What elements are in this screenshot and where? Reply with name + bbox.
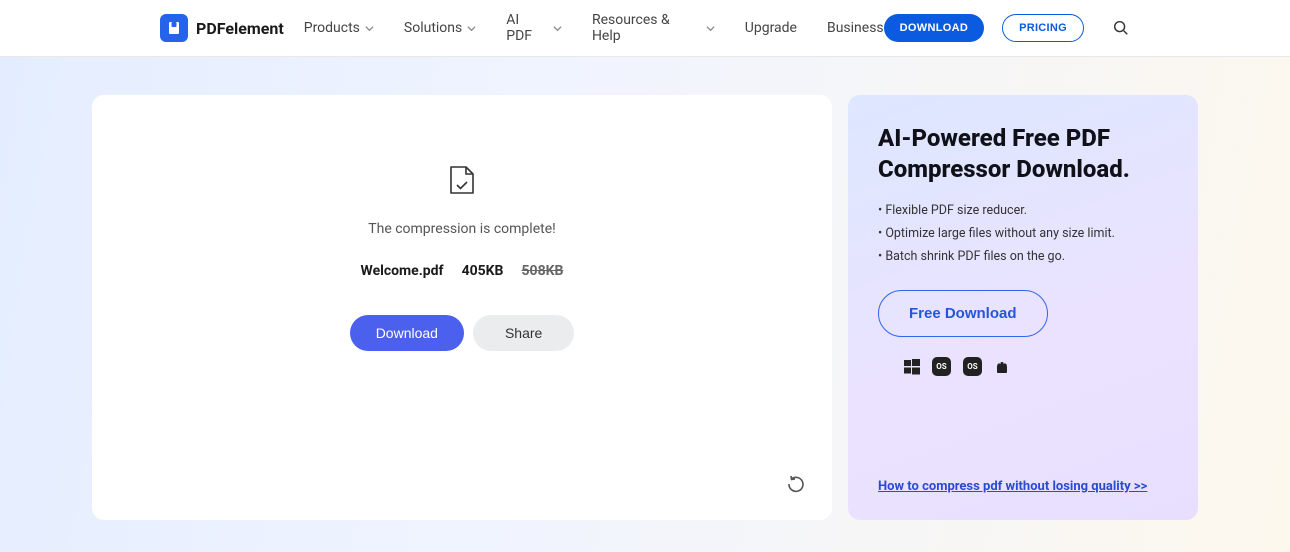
- promo-bullet: • Batch shrink PDF files on the go.: [878, 249, 1168, 264]
- ios-icon: OS: [963, 357, 982, 376]
- howto-link[interactable]: How to compress pdf without losing quali…: [878, 479, 1168, 494]
- chevron-down-icon: [365, 24, 374, 33]
- brand-name: PDFelement: [196, 19, 284, 38]
- top-header: PDFelement Products Solutions AI PDF Res…: [0, 0, 1290, 57]
- promo-bullet: • Flexible PDF size reducer.: [878, 203, 1168, 218]
- header-pricing-button[interactable]: PRICING: [1002, 14, 1084, 42]
- header-actions: DOWNLOAD PRICING: [884, 14, 1130, 42]
- compression-result-card: The compression is complete! Welcome.pdf…: [92, 95, 832, 520]
- nav-products[interactable]: Products: [304, 20, 374, 36]
- promo-bullet: • Optimize large files without any size …: [878, 226, 1168, 241]
- download-button[interactable]: Download: [350, 315, 464, 351]
- nav-label: Business: [827, 20, 884, 36]
- logo-icon: [160, 14, 188, 42]
- main-nav: Products Solutions AI PDF Resources & He…: [304, 12, 884, 44]
- header-download-button[interactable]: DOWNLOAD: [884, 14, 984, 42]
- android-icon: [994, 359, 1010, 375]
- document-check-icon: [449, 165, 475, 199]
- promo-bullets: • Flexible PDF size reducer. • Optimize …: [878, 203, 1168, 264]
- platform-icons: OS OS: [904, 357, 1168, 376]
- share-button[interactable]: Share: [473, 315, 574, 351]
- nav-label: Solutions: [404, 20, 462, 36]
- search-icon[interactable]: [1112, 19, 1130, 37]
- file-new-size: 405KB: [462, 263, 504, 279]
- nav-label: Upgrade: [745, 20, 797, 36]
- nav-solutions[interactable]: Solutions: [404, 20, 476, 36]
- nav-label: Resources & Help: [592, 12, 701, 44]
- chevron-down-icon: [553, 24, 562, 33]
- free-download-button[interactable]: Free Download: [878, 290, 1048, 337]
- promo-title: AI-Powered Free PDF Compressor Download.: [878, 123, 1168, 185]
- windows-icon: [904, 359, 920, 375]
- main-body: The compression is complete! Welcome.pdf…: [0, 57, 1290, 552]
- file-info: Welcome.pdf 405KB 508KB: [361, 263, 564, 279]
- nav-label: AI PDF: [506, 12, 548, 44]
- brand-logo[interactable]: PDFelement: [160, 14, 284, 42]
- nav-business[interactable]: Business: [827, 20, 884, 36]
- nav-label: Products: [304, 20, 360, 36]
- nav-ai-pdf[interactable]: AI PDF: [506, 12, 562, 44]
- complete-message: The compression is complete!: [368, 221, 556, 237]
- macos-icon: OS: [932, 357, 951, 376]
- file-old-size: 508KB: [522, 263, 564, 279]
- file-name: Welcome.pdf: [361, 263, 444, 279]
- action-buttons: Download Share: [350, 315, 575, 351]
- nav-resources[interactable]: Resources & Help: [592, 12, 715, 44]
- chevron-down-icon: [467, 24, 476, 33]
- nav-upgrade[interactable]: Upgrade: [745, 20, 797, 36]
- reset-icon[interactable]: [786, 474, 806, 498]
- chevron-down-icon: [706, 24, 715, 33]
- content-row: The compression is complete! Welcome.pdf…: [92, 95, 1198, 552]
- promo-card: AI-Powered Free PDF Compressor Download.…: [848, 95, 1198, 520]
